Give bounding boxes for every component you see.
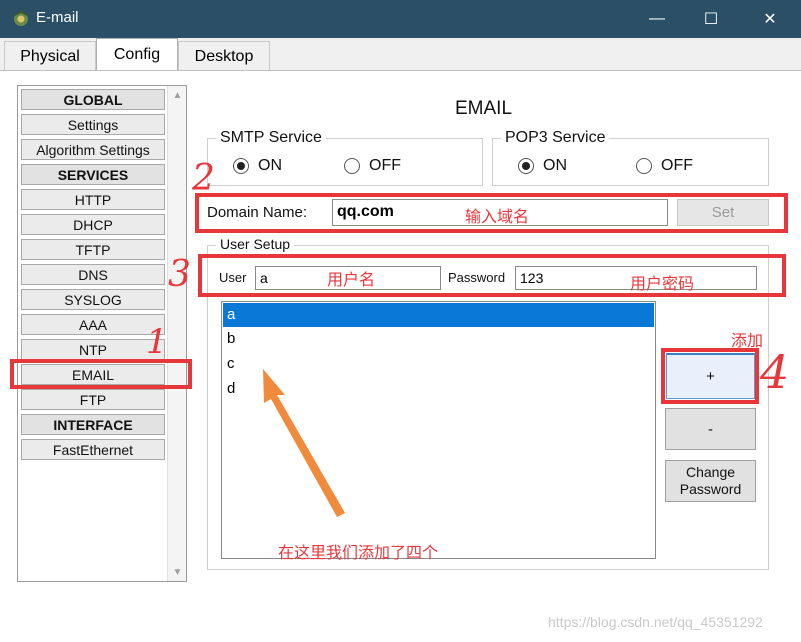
smtp-off-label: OFF <box>369 157 401 174</box>
annotation-list-note: 在这里我们添加了四个 <box>278 545 439 562</box>
tab-bar: Physical Config Desktop <box>0 38 801 71</box>
sidebar-item-algorithm-settings[interactable]: Algorithm Settings <box>21 139 165 160</box>
domain-name-label: Domain Name: <box>207 204 308 221</box>
sidebar-item-tftp[interactable]: TFTP <box>21 239 165 260</box>
sidebar-item-syslog[interactable]: SYSLOG <box>21 289 165 310</box>
change-password-button[interactable]: Change Password <box>665 460 756 502</box>
user-setup-label: User Setup <box>216 236 295 252</box>
sidebar-item-settings[interactable]: Settings <box>21 114 165 135</box>
sidebar-header-interface: INTERFACE <box>21 414 165 435</box>
page-title: EMAIL <box>455 98 513 119</box>
pop3-off-label: OFF <box>661 157 693 174</box>
sidebar-item-dhcp[interactable]: DHCP <box>21 214 165 235</box>
user-label: User <box>219 270 247 285</box>
annotation-number-1: 1 <box>146 322 168 362</box>
annotation-number-3: 3 <box>168 254 191 295</box>
sidebar-scrollbar[interactable]: ▲ ▼ <box>167 86 186 581</box>
scroll-up-arrow-icon[interactable]: ▲ <box>168 86 187 104</box>
sidebar-item-aaa[interactable]: AAA <box>21 314 165 335</box>
pop3-on-label: ON <box>543 157 567 174</box>
annotation-domain-note: 输入域名 <box>465 209 530 226</box>
smtp-on-radio[interactable] <box>233 158 249 174</box>
annotation-number-4: 4 <box>760 345 790 399</box>
set-domain-button[interactable]: Set <box>677 199 769 226</box>
close-button[interactable]: ✕ <box>745 4 795 34</box>
annotation-arrow-icon <box>263 369 345 517</box>
remove-user-button[interactable]: - <box>665 408 756 450</box>
sidebar-item-ntp[interactable]: NTP <box>21 339 165 360</box>
password-label: Password <box>448 270 506 285</box>
list-item[interactable]: b <box>223 327 654 351</box>
packet-tracer-app-icon <box>14 10 28 26</box>
list-item[interactable]: a <box>223 303 654 327</box>
smtp-on-label: ON <box>258 157 282 174</box>
sidebar-item-fastethernet[interactable]: FastEthernet <box>21 439 165 460</box>
minimize-button[interactable]: — <box>632 4 682 34</box>
window-title: E-mail <box>36 9 79 26</box>
tab-config[interactable]: Config <box>96 38 178 71</box>
sidebar-header-global: GLOBAL <box>21 89 165 110</box>
watermark: https://blog.csdn.net/qq_45351292 <box>548 614 763 630</box>
sidebar-item-http[interactable]: HTTP <box>21 189 165 210</box>
smtp-off-radio[interactable] <box>344 158 360 174</box>
sidebar-item-dns[interactable]: DNS <box>21 264 165 285</box>
title-bar: E-mail — ☐ ✕ <box>0 0 801 38</box>
sidebar-item-ftp[interactable]: FTP <box>21 389 165 410</box>
maximize-button[interactable]: ☐ <box>686 4 736 34</box>
pop3-off-radio[interactable] <box>636 158 652 174</box>
smtp-service-label: SMTP Service <box>216 129 326 147</box>
annotation-username-note: 用户名 <box>327 272 376 289</box>
annotation-box-email <box>10 359 192 389</box>
add-user-button[interactable]: + <box>666 353 755 399</box>
tab-physical[interactable]: Physical <box>4 41 96 71</box>
tab-desktop[interactable]: Desktop <box>178 41 270 71</box>
scroll-down-arrow-icon[interactable]: ▼ <box>168 563 187 581</box>
sidebar-header-services: SERVICES <box>21 164 165 185</box>
pop3-on-radio[interactable] <box>518 158 534 174</box>
annotation-password-note: 用户密码 <box>630 276 695 293</box>
pop3-service-label: POP3 Service <box>501 129 610 147</box>
